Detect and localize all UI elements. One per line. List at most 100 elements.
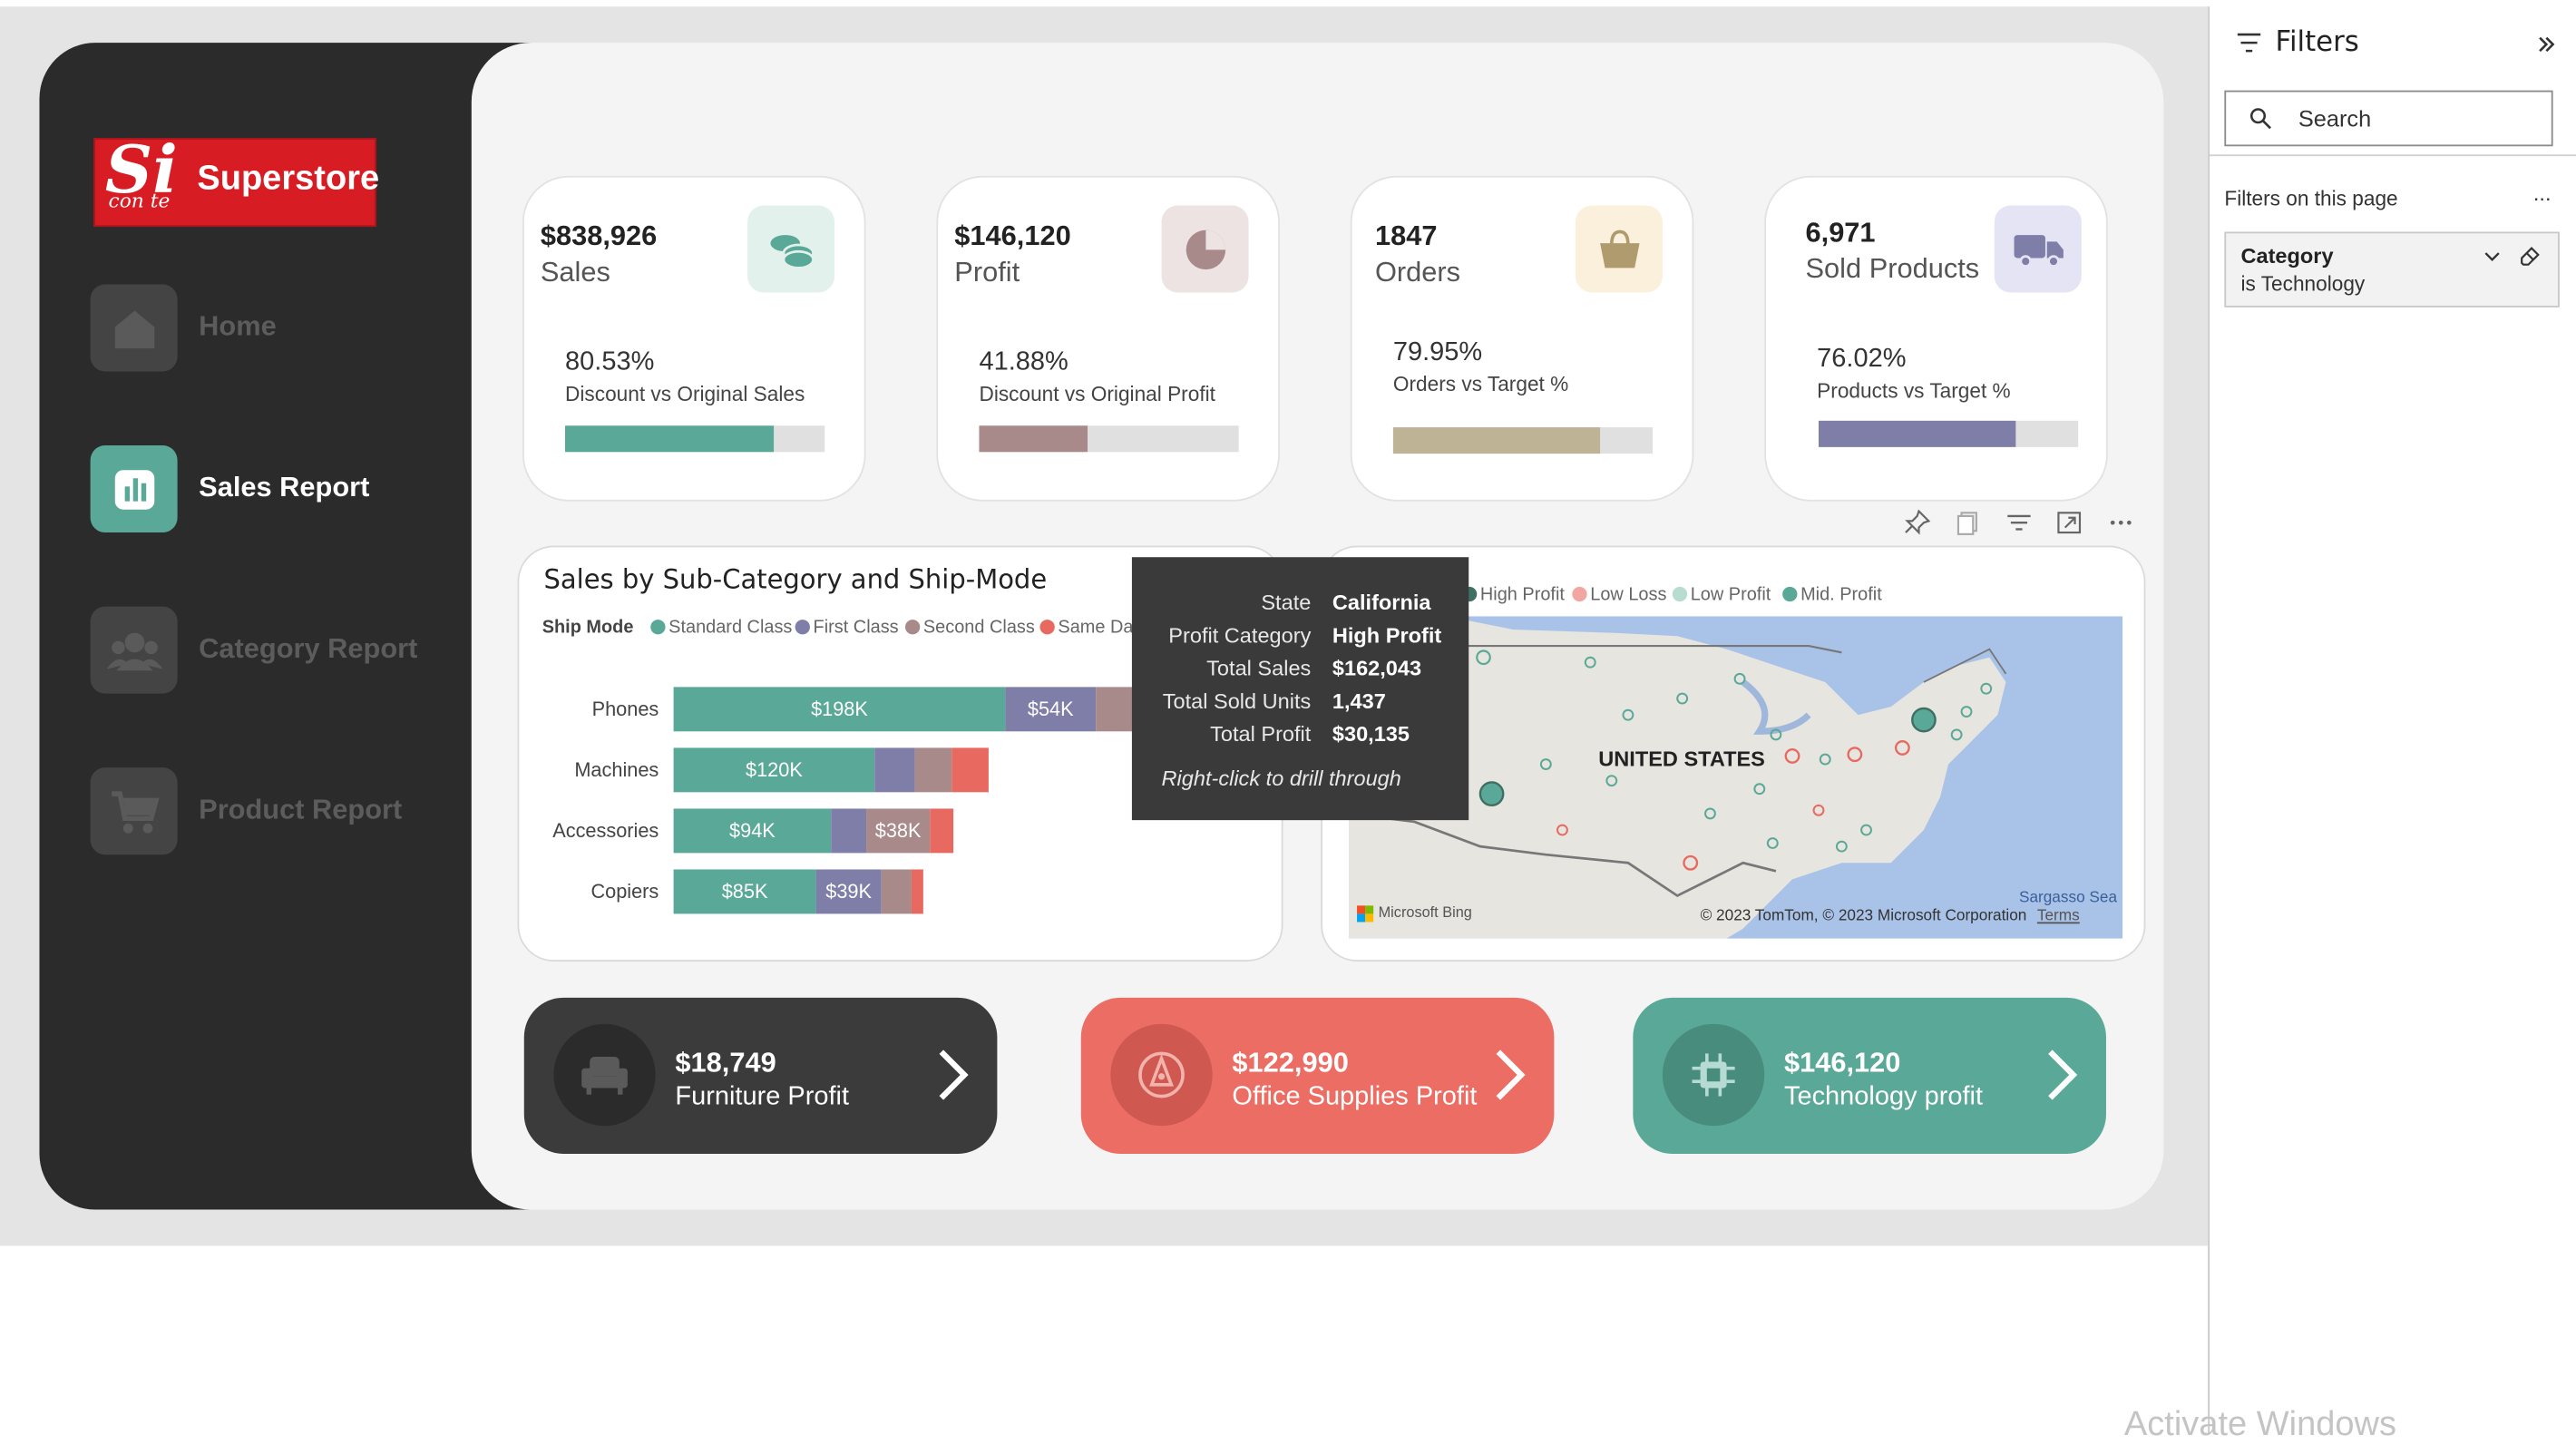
armchair-icon [553, 1023, 656, 1127]
map-legend-high-profit[interactable]: High Profit [1461, 585, 1565, 605]
search-icon [2249, 108, 2271, 130]
tooltip-value: $162,043 [1332, 655, 1422, 681]
chip-icon [1662, 1023, 1765, 1127]
legend-label: Standard Class [668, 618, 793, 639]
nav-product-report[interactable]: Product Report [90, 767, 469, 856]
bar-segment[interactable] [911, 869, 923, 914]
kpi-percent: 41.88% [979, 348, 1068, 376]
tooltip-value: 1,437 [1332, 688, 1386, 714]
card-value: $18,749 [675, 1047, 776, 1079]
map-tooltip: State California Profit Category High Prof… [1131, 557, 1469, 821]
card-label: Furniture Profit [675, 1083, 850, 1111]
kpi-percent: 76.02% [1817, 345, 1907, 374]
users-icon [90, 606, 178, 694]
bar-segment[interactable] [881, 869, 912, 914]
chevron-right-icon[interactable] [2044, 1047, 2080, 1103]
legend-item-second-class[interactable]: Second Class [904, 618, 1035, 638]
bar-segment[interactable] [951, 747, 989, 793]
pencil-icon [1110, 1023, 1213, 1127]
bar-data-label: $85K [722, 880, 768, 903]
office-supplies-profit-card[interactable]: $122,990 Office Supplies Profit [1080, 997, 1555, 1154]
kpi-value: $146,120 [954, 220, 1071, 252]
map-legend-low-profit[interactable]: Low Profit [1672, 585, 1771, 605]
more-options-icon[interactable] [2106, 510, 2136, 536]
kpi-card-orders[interactable]: 1847 Orders 79.95% Orders vs Target % [1350, 175, 1694, 502]
kpi-value: 1847 [1374, 220, 1438, 252]
bar-segment[interactable] [874, 747, 915, 793]
kpi-card-profit[interactable]: $146,120 Profit 41.88% Discount vs Origi… [936, 175, 1280, 502]
legend-label: Mid. Profit [1800, 585, 1882, 605]
kpi-label: Profit [954, 256, 1020, 288]
tooltip-key: Total Sold Units [1162, 688, 1312, 714]
kpi-card-sold-products[interactable]: 6,971 Sold Products 76.02% Products vs T… [1764, 175, 2108, 502]
bar-segment[interactable] [930, 808, 954, 854]
nav-product-report-label: Product Report [199, 794, 403, 825]
chevron-right-icon[interactable] [935, 1047, 971, 1103]
more-options-icon[interactable]: ... [2533, 181, 2552, 205]
bar-data-label: $39K [825, 880, 872, 903]
legend-item-first-class[interactable]: First Class [795, 618, 899, 638]
truck-icon [1994, 205, 2082, 293]
map-terms-link[interactable]: Terms [2037, 907, 2080, 925]
category-tick-label: Phones [592, 698, 659, 720]
chevron-right-icon[interactable] [1492, 1047, 1528, 1103]
collapse-pane-icon[interactable] [2535, 33, 2558, 55]
coins-icon [747, 205, 835, 293]
category-tick-label: Accessories [552, 819, 659, 842]
legend-marker [1672, 586, 1688, 602]
kpi-card-sales[interactable]: $838,926 Sales 80.53% Discount vs Origin… [522, 175, 866, 502]
kpi-label: Orders [1374, 256, 1461, 288]
bar-data-label: $54K [1028, 698, 1074, 720]
kpi-subtitle: Discount vs Original Sales [565, 383, 805, 406]
tooltip-value: California [1332, 590, 1431, 615]
tooltip-key: Total Profit [1210, 721, 1312, 747]
nav-category-report-label: Category Report [199, 632, 418, 665]
kpi-subtitle: Products vs Target % [1817, 379, 2011, 403]
bar-data-label: $120K [746, 758, 803, 781]
nav-home[interactable]: Home [90, 284, 469, 373]
filters-title: Filters [2275, 25, 2359, 60]
bar-data-label: $198K [811, 698, 868, 720]
furniture-profit-card[interactable]: $18,749 Furniture Profit [523, 997, 998, 1154]
map-sea-label: Sargasso Sea [2018, 889, 2118, 908]
map-legend-mid-profit[interactable]: Mid. Profit [1782, 585, 1882, 605]
kpi-progress-bar [1392, 427, 1654, 454]
chevron-down-icon[interactable] [2483, 249, 2503, 265]
map-provider: Microsoft Bing [1378, 903, 1472, 921]
tooltip-hint: Right-click to drill through [1161, 766, 1401, 791]
bar-segment[interactable] [914, 747, 952, 793]
filter-icon[interactable] [2005, 510, 2034, 536]
filter-search-input[interactable]: Search [2224, 90, 2553, 147]
category-tick-label: Machines [574, 758, 659, 781]
map-legend-low-loss[interactable]: Low Loss [1572, 585, 1666, 605]
legend-item-standard-class[interactable]: Standard Class [650, 618, 792, 638]
kpi-subtitle: Orders vs Target % [1392, 373, 1569, 396]
nav-sales-report[interactable]: Sales Report [90, 445, 469, 534]
pie-icon [1161, 205, 1249, 293]
filter-card-category[interactable]: Category is Technology [2224, 231, 2560, 308]
activate-windows-watermark: Activate Windows [2123, 1405, 2397, 1443]
kpi-percent: 79.95% [1392, 338, 1483, 367]
kpi-percent: 80.53% [565, 348, 655, 376]
card-label: Technology profit [1783, 1083, 1984, 1111]
search-placeholder: Search [2298, 104, 2372, 132]
legend-label: Low Profit [1690, 585, 1771, 605]
legend-item-same-day[interactable]: Same Day [1039, 618, 1142, 638]
technology-profit-card[interactable]: $146,120 Technology profit [1633, 997, 2106, 1154]
kpi-progress-bar [979, 425, 1239, 453]
tooltip-value: High Profit [1332, 622, 1442, 648]
tooltip-key: State [1261, 590, 1312, 615]
legend-marker [1782, 586, 1798, 602]
card-value: $146,120 [1783, 1047, 1901, 1079]
kpi-progress-bar [1818, 420, 2079, 447]
kpi-progress-bar [565, 425, 825, 453]
focus-mode-icon[interactable] [2055, 510, 2085, 536]
copy-icon[interactable] [1954, 510, 1984, 536]
clear-filter-icon[interactable] [2519, 245, 2542, 268]
nav-category-report[interactable]: Category Report [90, 606, 469, 696]
bar-segment[interactable] [831, 808, 867, 854]
pin-icon[interactable] [1902, 509, 1932, 536]
divider [2210, 154, 2576, 157]
legend-title: Ship Mode [542, 618, 634, 639]
chart-title: Sales by Sub-Category and Ship-Mode [543, 563, 1048, 595]
